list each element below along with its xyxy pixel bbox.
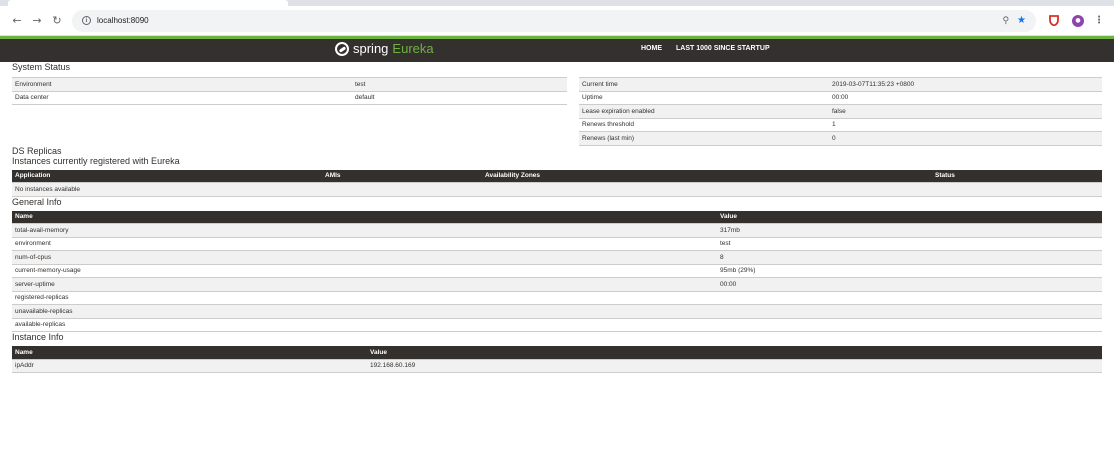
reload-icon[interactable]: ↻: [50, 14, 64, 28]
info-name: environment: [12, 236, 717, 251]
table-row: Data center default: [12, 90, 567, 105]
table-header-row: Name Value: [12, 210, 1102, 224]
brand-spring-text: spring: [353, 41, 389, 56]
col-value: Value: [367, 346, 1102, 359]
system-status-right-table: Current time 2019-03-07T11:35:23 +0800 U…: [579, 77, 1102, 146]
table-row: current-memory-usage 95mb (29%): [12, 263, 1102, 278]
table-header-row: Application AMIs Availability Zones Stat…: [12, 169, 1102, 183]
table-row: registered-replicas: [12, 290, 1102, 305]
col-name: Name: [12, 346, 367, 359]
info-value: 192.168.60.169: [367, 358, 1102, 373]
url-text[interactable]: localhost:8090: [97, 16, 149, 25]
spring-logo-icon: [335, 41, 349, 56]
nav-home-link[interactable]: HOME: [641, 45, 662, 52]
col-name: Name: [12, 210, 717, 224]
status-key: Current time: [579, 77, 829, 91]
info-name: unavailable-replicas: [12, 304, 717, 318]
status-key: Data center: [12, 90, 352, 105]
general-info-title: General Info: [12, 196, 62, 207]
info-value: 00:00: [717, 277, 1102, 291]
status-value: false: [829, 104, 1102, 118]
table-header-row: Name Value: [12, 346, 1102, 359]
profile-avatar[interactable]: ●: [1072, 14, 1084, 27]
system-status: Environment test Data center default Cur…: [12, 77, 1102, 146]
instances-title: Instances currently registered with Eure…: [12, 155, 180, 166]
main-content: System Status Environment test Data cent…: [0, 62, 1114, 373]
col-application: Application: [12, 169, 322, 183]
status-value: default: [352, 90, 567, 105]
extension-shield-icon[interactable]: [1048, 15, 1060, 27]
ds-replicas-title: DS Replicas: [12, 145, 62, 156]
info-value: [717, 304, 1102, 318]
col-amis: AMIs: [322, 169, 482, 183]
instances-table: Application AMIs Availability Zones Stat…: [12, 169, 1102, 197]
table-row: Current time 2019-03-07T11:35:23 +0800: [579, 77, 1102, 91]
info-name: num-of-cpus: [12, 250, 717, 264]
table-row: available-replicas: [12, 317, 1102, 332]
forward-icon[interactable]: →: [30, 14, 44, 28]
info-name: available-replicas: [12, 317, 717, 332]
status-value: test: [352, 77, 567, 91]
info-value: 317mb: [717, 223, 1102, 237]
info-value: [717, 290, 1102, 305]
table-row: unavailable-replicas: [12, 304, 1102, 318]
brand-eureka-text: Eureka: [392, 41, 434, 56]
table-row: No instances available: [12, 182, 1102, 197]
table-row: server-uptime 00:00: [12, 277, 1102, 291]
info-name: ipAddr: [12, 358, 367, 373]
eureka-navbar: spring Eureka HOME LAST 1000 SINCE START…: [0, 36, 1114, 62]
status-value: 00:00: [829, 90, 1102, 105]
system-status-left-table: Environment test Data center default: [12, 77, 567, 105]
status-value: 2019-03-07T11:35:23 +0800: [829, 77, 1102, 91]
table-row: Lease expiration enabled false: [579, 104, 1102, 118]
instance-info-title: Instance Info: [12, 332, 64, 342]
browser-tabstrip: [0, 0, 1114, 6]
nav-last1000-link[interactable]: LAST 1000 SINCE STARTUP: [676, 45, 770, 52]
address-bar[interactable]: i localhost:8090 ⚲ ★: [72, 9, 1036, 32]
info-name: registered-replicas: [12, 290, 717, 305]
brand-logo[interactable]: spring Eureka: [335, 41, 434, 56]
browser-tab[interactable]: [8, 0, 288, 6]
info-name: server-uptime: [12, 277, 717, 291]
zoom-icon[interactable]: ⚲: [1002, 16, 1009, 26]
status-value: 0: [829, 131, 1102, 146]
status-key: Environment: [12, 77, 352, 91]
system-status-title: System Status: [12, 62, 71, 72]
status-key: Renews threshold: [579, 117, 829, 132]
table-row: total-avail-memory 317mb: [12, 223, 1102, 237]
table-row: Renews threshold 1: [579, 117, 1102, 132]
info-name: current-memory-usage: [12, 263, 717, 278]
info-value: [717, 317, 1102, 332]
status-key: Uptime: [579, 90, 829, 105]
col-value: Value: [717, 210, 1102, 224]
bookmark-star-icon[interactable]: ★: [1017, 15, 1026, 26]
menu-dots-icon[interactable]: ⋮: [1094, 15, 1104, 26]
empty-message: No instances available: [12, 182, 1102, 197]
status-key: Lease expiration enabled: [579, 104, 829, 118]
info-name: total-avail-memory: [12, 223, 717, 237]
col-status: Status: [932, 169, 1102, 183]
info-icon[interactable]: i: [82, 16, 91, 25]
table-row: num-of-cpus 8: [12, 250, 1102, 264]
table-row: Renews (last min) 0: [579, 131, 1102, 146]
instance-info-table: Name Value ipAddr 192.168.60.169: [12, 346, 1102, 373]
col-zones: Availability Zones: [482, 169, 932, 183]
info-value: test: [717, 236, 1102, 251]
info-value: 95mb (29%): [717, 263, 1102, 278]
browser-toolbar: ← → ↻ i localhost:8090 ⚲ ★ ● ⋮: [0, 6, 1114, 36]
back-icon[interactable]: ←: [10, 14, 24, 28]
status-value: 1: [829, 117, 1102, 132]
status-key: Renews (last min): [579, 131, 829, 146]
nav-links: HOME LAST 1000 SINCE STARTUP: [641, 45, 784, 52]
table-row: ipAddr 192.168.60.169: [12, 358, 1102, 373]
table-row: Uptime 00:00: [579, 90, 1102, 105]
info-value: 8: [717, 250, 1102, 264]
table-row: environment test: [12, 236, 1102, 251]
table-row: Environment test: [12, 77, 567, 91]
general-info-table: Name Value total-avail-memory 317mb envi…: [12, 210, 1102, 333]
